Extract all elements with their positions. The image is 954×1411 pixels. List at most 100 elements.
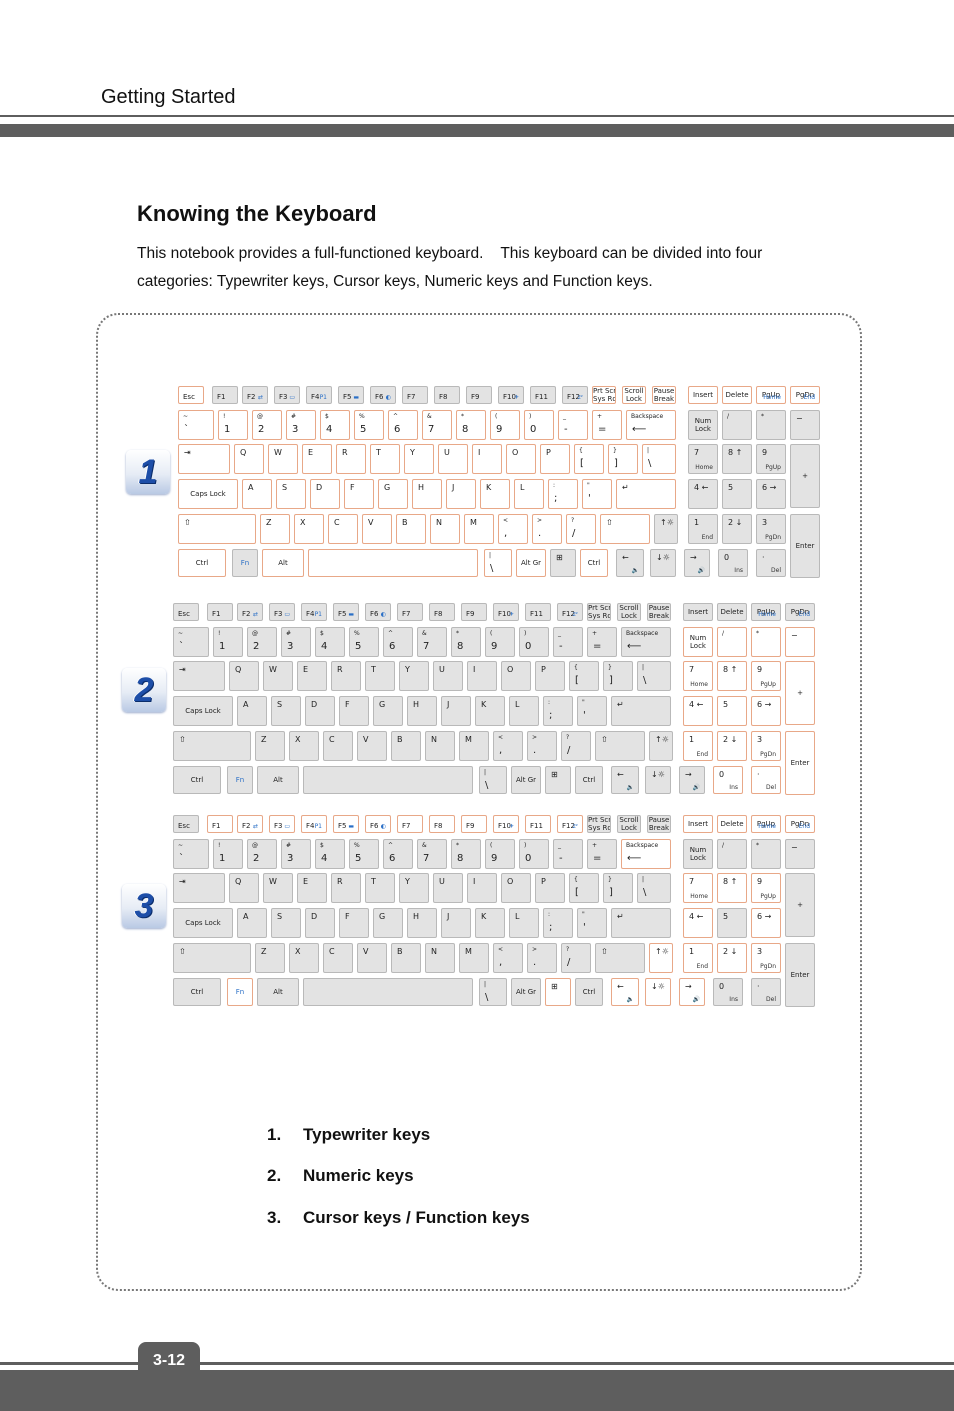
key-fn-icon: ▬ xyxy=(353,394,359,401)
key-label: ⇧ xyxy=(179,735,186,744)
key-label: Y xyxy=(410,448,415,457)
key-k8: * 8 xyxy=(451,839,481,869)
key-label: 4 ← xyxy=(689,700,704,709)
key-main-label: = xyxy=(598,424,607,435)
key-main-label: ; xyxy=(549,922,553,933)
key-label: Fn xyxy=(235,988,245,996)
key-label: 2 ↓ xyxy=(723,947,738,956)
key-fn-icon: ◐ xyxy=(380,823,386,830)
key-slash: ? / xyxy=(566,514,596,544)
key-label: O xyxy=(507,665,514,674)
key-lctrl: Ctrl xyxy=(178,549,226,577)
key-fn-icon: End xyxy=(798,611,810,618)
key-np3: 3 PgDn xyxy=(751,731,781,761)
key-right: → 🔊 xyxy=(679,978,705,1006)
key-label: B xyxy=(397,735,403,744)
key-backslash: | \ xyxy=(637,661,671,691)
key-label: F xyxy=(345,700,350,709)
key-fn-icon: ⇄ xyxy=(257,394,263,401)
key-f3: F3 ▭ xyxy=(269,815,295,833)
key-shift-label: _ xyxy=(563,413,566,420)
key-f10: F10 ✈ xyxy=(498,386,524,404)
key-label: ⇧ xyxy=(179,947,186,956)
key-label: ⊞ xyxy=(551,770,558,779)
key-np2: 2 ↓ xyxy=(717,731,747,761)
key-label: A xyxy=(243,700,249,709)
key-lshift: ⇧ xyxy=(178,514,256,544)
key-label: 6 → xyxy=(757,700,772,709)
badge-number: 1 xyxy=(138,452,158,491)
key-main-label: = xyxy=(593,641,602,652)
key-label: Z xyxy=(261,947,267,956)
key-s: S xyxy=(271,908,301,938)
key-shift-label: & xyxy=(427,413,432,420)
key-f5: F5 ▬ xyxy=(333,815,359,833)
legend-item-1: 1. Typewriter keys xyxy=(267,1125,430,1145)
key-up: ↑☼ xyxy=(649,943,673,973)
key-shift-label: ~ xyxy=(178,630,184,637)
key-label: ⇥ xyxy=(179,877,186,886)
key-label: H xyxy=(418,483,425,492)
key-shift-label: $ xyxy=(320,630,324,637)
key-label: Alt Gr xyxy=(515,776,536,784)
key-pgdn: PgDn End xyxy=(790,386,820,404)
key-k3: #3 xyxy=(281,839,311,869)
key-npdot: · Del xyxy=(751,978,781,1006)
key-space xyxy=(308,549,478,577)
key-sub-label: End xyxy=(696,963,708,970)
key-capslock: Caps Lock xyxy=(173,696,233,726)
key-w: W xyxy=(268,444,298,474)
key-label: + xyxy=(802,472,808,480)
key-shift-label: @ xyxy=(252,842,258,849)
key-main-label: 1 xyxy=(219,853,226,864)
key-fn-icon: Home xyxy=(758,823,776,830)
key-main-label: ⟵ xyxy=(627,641,642,652)
key-label: J xyxy=(447,700,450,709)
key-label: E xyxy=(303,877,309,886)
key-label: Num Lock xyxy=(689,846,707,862)
key-f12: F12 zᶻ xyxy=(562,386,588,404)
key-e: E xyxy=(302,444,332,474)
key-np8: 8 ↑ xyxy=(717,873,747,903)
key-numlock: Num Lock xyxy=(688,410,718,440)
key-fn: Fn xyxy=(232,549,258,577)
key-shift-label: + xyxy=(597,413,603,420)
key-label: W xyxy=(274,448,282,457)
key-s: S xyxy=(276,479,306,509)
key-win: ⊞ xyxy=(550,549,576,577)
key-fn-icon: 🔊 xyxy=(692,996,700,1003)
key-k6: ^ 6 xyxy=(383,839,413,869)
key-main-label: 4 xyxy=(321,641,328,652)
key-label: 1 xyxy=(689,735,695,744)
key-fn-icon: ▭ xyxy=(284,823,290,830)
key-label: R xyxy=(337,665,343,674)
key-scrolllock: Scroll Lock xyxy=(617,815,641,833)
key-altgr: Alt Gr xyxy=(511,978,541,1006)
key-down: ↓☼ xyxy=(650,549,676,577)
key-shift-label: : xyxy=(553,482,556,489)
key-f4: F4 P1 xyxy=(306,386,332,404)
key-f: F xyxy=(344,479,374,509)
key-main-label: 4 xyxy=(321,853,328,864)
key-sub-label: PgDn xyxy=(760,963,776,970)
key-label: K xyxy=(486,483,492,492)
key-win: ⊞ xyxy=(545,766,571,794)
key-shift-label: ) xyxy=(529,413,532,420)
key-label: Delete xyxy=(720,820,744,828)
key-label: ↓☼ xyxy=(651,770,665,779)
key-np5: 5 xyxy=(717,696,747,726)
key-tab: ⇥ xyxy=(178,444,230,474)
key-shift-label: | xyxy=(642,664,645,671)
intro-paragraph: This notebook provides a full-functioned… xyxy=(137,240,837,296)
key-np1: 1 End xyxy=(683,943,713,973)
key-label: ↓☼ xyxy=(651,982,665,991)
key-label: + xyxy=(797,689,803,697)
key-npdot: · Del xyxy=(751,766,781,794)
key-pgdn: PgDn End xyxy=(785,815,815,833)
key-main-label: 7 xyxy=(428,424,435,435)
key-main-label: / xyxy=(567,957,571,968)
key-pause: Pause Break xyxy=(647,815,671,833)
key-equals: + = xyxy=(587,839,617,869)
key-label: 9 xyxy=(762,448,768,457)
key-delete: Delete xyxy=(722,386,752,404)
